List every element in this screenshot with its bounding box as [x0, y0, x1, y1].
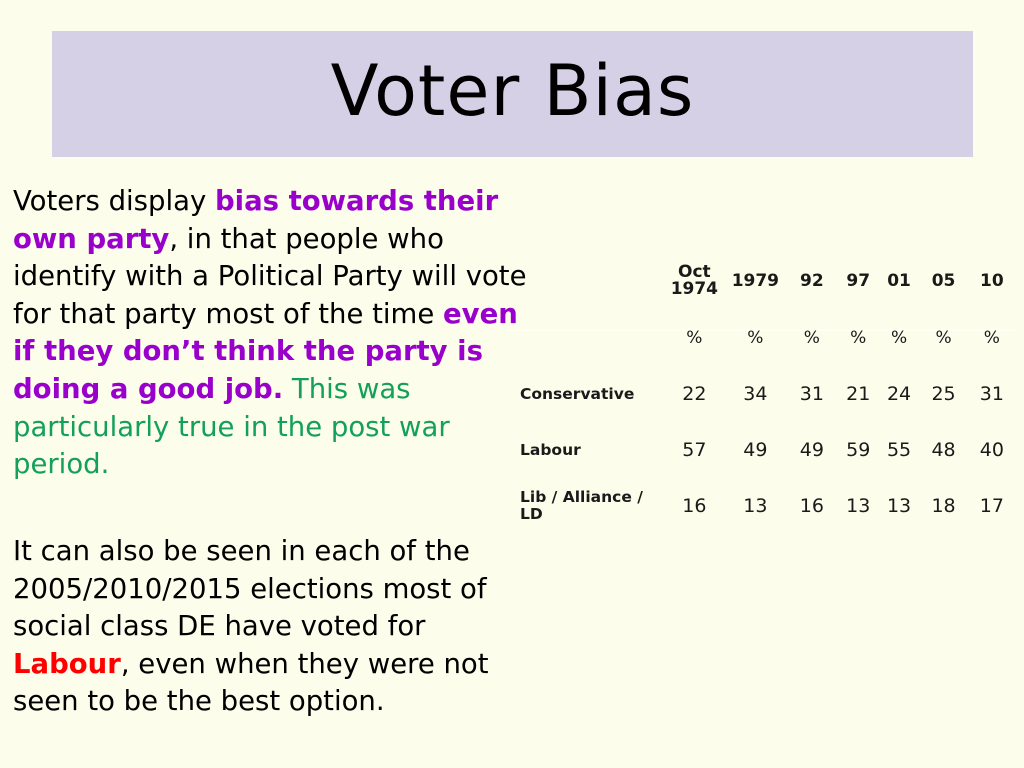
para2-segment-red-1: Labour [13, 647, 121, 680]
data-cell: 49 [799, 439, 824, 461]
table-corner-cell [508, 252, 664, 310]
data-cell: 25 [931, 383, 956, 405]
table-row: Conservative 22 34 31 21 24 25 31 [508, 366, 1016, 422]
table-col-header-10: 10 [980, 270, 1004, 291]
page-title: Voter Bias [330, 50, 695, 132]
table-col-header-01: 01 [887, 270, 911, 291]
data-cell: 59 [846, 439, 871, 461]
data-cell: 16 [799, 495, 824, 517]
units-cell: % [983, 328, 1000, 348]
data-cell: 16 [682, 495, 707, 517]
data-cell: 22 [682, 383, 707, 405]
data-cell: 13 [743, 495, 768, 517]
data-cell: 40 [979, 439, 1004, 461]
table-col-header-oct-1974: Oct 1974 [664, 252, 725, 310]
data-cell: 13 [846, 495, 871, 517]
units-cell: % [890, 328, 908, 348]
title-band: Voter Bias [52, 31, 973, 157]
para2-segment-plain-1: It can also be seen in each of the 2005/… [13, 535, 487, 643]
table-col-header-97: 97 [846, 270, 871, 291]
units-cell: % [747, 328, 764, 348]
body-paragraph-one: Voters display bias towards their own pa… [13, 183, 533, 484]
table-col-header-05: 05 [931, 270, 956, 291]
table-row: Labour 57 49 49 59 55 48 40 [508, 422, 1016, 478]
table-row: Lib / Alliance / LD 16 13 16 13 13 18 17 [508, 478, 1016, 534]
row-label-conservative: Conservative [520, 384, 635, 403]
table-body: % % % % % % % Conservative 22 34 31 21 2… [508, 310, 1016, 534]
data-cell: 57 [682, 439, 707, 461]
election-vote-share-table: Oct 1974 1979 92 97 01 05 10 % % % % % %… [508, 252, 1016, 534]
table-row-units: % % % % % % % [508, 310, 1016, 366]
data-cell: 13 [886, 495, 912, 517]
row-label-lib-alliance-ld: Lib / Alliance / LD [520, 488, 643, 523]
table-col-header-92: 92 [800, 270, 824, 291]
table-header-row: Oct 1974 1979 92 97 01 05 10 [508, 252, 1016, 310]
data-cell: 55 [886, 439, 912, 461]
table-header: Oct 1974 1979 92 97 01 05 10 [508, 252, 1016, 310]
data-cell: 34 [743, 383, 768, 405]
units-cell: % [803, 328, 820, 348]
data-cell: 48 [931, 439, 956, 461]
data-cell: 31 [799, 383, 824, 405]
data-cell: 21 [846, 383, 871, 405]
data-cell: 18 [931, 495, 956, 517]
units-cell: % [686, 328, 703, 348]
data-cell: 31 [979, 383, 1004, 405]
table-col-header-1979: 1979 [731, 270, 780, 291]
body-paragraph-two: It can also be seen in each of the 2005/… [13, 533, 533, 721]
row-label-labour: Labour [520, 440, 581, 459]
data-cell: 24 [886, 383, 912, 405]
data-cell: 49 [743, 439, 768, 461]
units-cell: % [935, 328, 952, 348]
units-cell: % [850, 328, 867, 348]
data-cell: 17 [979, 495, 1004, 517]
units-row-label [508, 310, 664, 366]
col-header-line-2: 1974 [670, 279, 719, 299]
para1-segment-plain-1: Voters display [13, 185, 215, 217]
